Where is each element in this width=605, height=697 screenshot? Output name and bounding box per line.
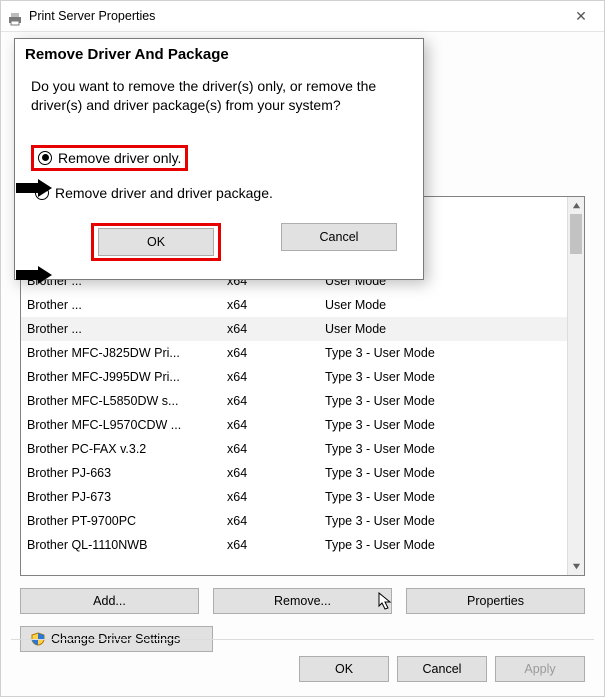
radio-label-2: Remove driver and driver package.: [55, 185, 273, 201]
driver-type: Type 3 - User Mode: [325, 346, 567, 360]
main-cancel-button[interactable]: Cancel: [397, 656, 487, 682]
driver-name: Brother PJ-673: [27, 490, 227, 504]
table-row[interactable]: Brother MFC-L5850DW s...x64Type 3 - User…: [21, 389, 567, 413]
scroll-down-icon[interactable]: [568, 558, 584, 575]
radio-option-1[interactable]: Remove driver only.: [31, 145, 407, 171]
driver-type: Type 3 - User Mode: [325, 394, 567, 408]
radio-option-2[interactable]: Remove driver and driver package.: [35, 185, 407, 201]
driver-processor: x64: [227, 466, 325, 480]
driver-name: Brother ...: [27, 322, 227, 336]
driver-processor: x64: [227, 346, 325, 360]
window-close-button[interactable]: ✕: [558, 1, 604, 32]
table-row[interactable]: Brother MFC-J995DW Pri...x64Type 3 - Use…: [21, 365, 567, 389]
scroll-thumb[interactable]: [570, 214, 582, 254]
mouse-cursor-icon: [378, 592, 394, 612]
table-row[interactable]: Brother PT-9700PCx64Type 3 - User Mode: [21, 509, 567, 533]
driver-processor: x64: [227, 442, 325, 456]
main-ok-button[interactable]: OK: [299, 656, 389, 682]
modal-text: Do you want to remove the driver(s) only…: [31, 77, 407, 115]
radio-icon-checked: [38, 151, 52, 165]
modal-ok-button[interactable]: OK: [98, 228, 214, 256]
driver-type: Type 3 - User Mode: [325, 418, 567, 432]
driver-type: Type 3 - User Mode: [325, 514, 567, 528]
modal-cancel-button[interactable]: Cancel: [281, 223, 397, 251]
driver-type: Type 3 - User Mode: [325, 490, 567, 504]
printer-icon: [7, 8, 23, 24]
main-apply-button[interactable]: Apply: [495, 656, 585, 682]
properties-button[interactable]: Properties: [406, 588, 585, 614]
driver-processor: x64: [227, 418, 325, 432]
driver-name: Brother MFC-L5850DW s...: [27, 394, 227, 408]
table-row[interactable]: Brother PJ-673x64Type 3 - User Mode: [21, 485, 567, 509]
driver-name: Brother PJ-663: [27, 466, 227, 480]
table-row[interactable]: Brother PJ-663x64Type 3 - User Mode: [21, 461, 567, 485]
driver-name: Brother PT-9700PC: [27, 514, 227, 528]
table-row[interactable]: Brother ...x64User Mode: [21, 293, 567, 317]
driver-action-buttons: Add... Remove... Properties: [20, 588, 585, 614]
add-button[interactable]: Add...: [20, 588, 199, 614]
table-row[interactable]: Brother MFC-L9570CDW ...x64Type 3 - User…: [21, 413, 567, 437]
annotation-arrow-2: [16, 266, 52, 284]
driver-processor: x64: [227, 370, 325, 384]
driver-processor: x64: [227, 394, 325, 408]
driver-name: Brother MFC-L9570CDW ...: [27, 418, 227, 432]
modal-body: Do you want to remove the driver(s) only…: [15, 77, 423, 279]
driver-type: Type 3 - User Mode: [325, 442, 567, 456]
modal-title: Remove Driver And Package: [15, 39, 423, 77]
table-row[interactable]: Brother MFC-J825DW Pri...x64Type 3 - Use…: [21, 341, 567, 365]
driver-type: Type 3 - User Mode: [325, 370, 567, 384]
driver-processor: x64: [227, 322, 325, 336]
radio-label-1: Remove driver only.: [58, 150, 181, 166]
driver-processor: x64: [227, 538, 325, 552]
driver-type: Type 3 - User Mode: [325, 538, 567, 552]
driver-name: Brother ...: [27, 298, 227, 312]
driver-type: User Mode: [325, 322, 567, 336]
table-row[interactable]: Brother PC-FAX v.3.2x64Type 3 - User Mod…: [21, 437, 567, 461]
driver-type: Type 3 - User Mode: [325, 466, 567, 480]
drivers-scrollbar[interactable]: [567, 197, 584, 575]
table-row[interactable]: Brother ...x64User Mode: [21, 317, 567, 341]
titlebar: Print Server Properties ✕: [1, 1, 604, 32]
table-row[interactable]: Brother QL-1110NWBx64Type 3 - User Mode: [21, 533, 567, 557]
scroll-up-icon[interactable]: [568, 197, 584, 214]
modal-buttons: OK Cancel: [31, 215, 407, 265]
remove-driver-modal: Remove Driver And Package Do you want to…: [14, 38, 424, 280]
driver-processor: x64: [227, 490, 325, 504]
driver-name: Brother MFC-J825DW Pri...: [27, 346, 227, 360]
window-title: Print Server Properties: [29, 1, 155, 32]
driver-processor: x64: [227, 514, 325, 528]
dialog-buttons: OK Cancel Apply: [299, 656, 585, 682]
annotation-arrow-1: [16, 179, 52, 197]
driver-processor: x64: [227, 298, 325, 312]
driver-name: Brother PC-FAX v.3.2: [27, 442, 227, 456]
driver-name: Brother QL-1110NWB: [27, 538, 227, 552]
remove-button[interactable]: Remove...: [213, 588, 392, 614]
driver-type: User Mode: [325, 298, 567, 312]
divider: [11, 639, 594, 640]
driver-name: Brother MFC-J995DW Pri...: [27, 370, 227, 384]
